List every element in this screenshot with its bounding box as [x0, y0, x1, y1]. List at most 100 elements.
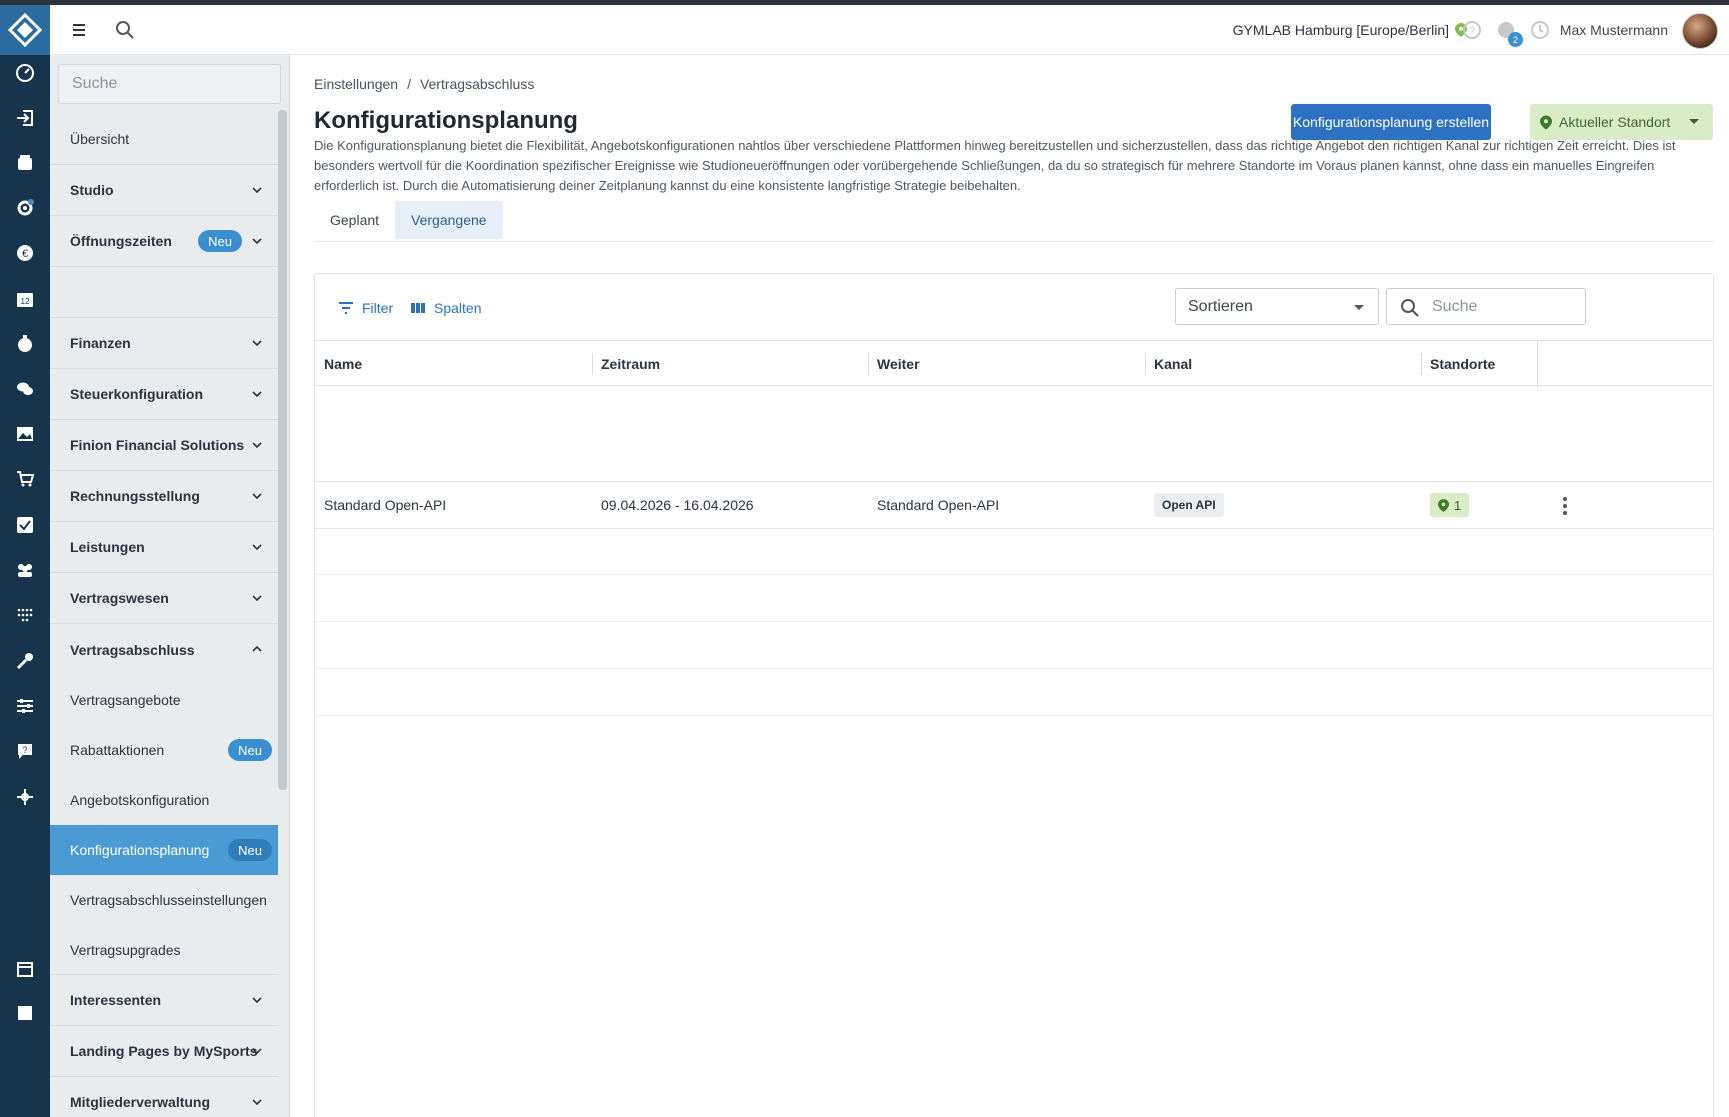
page-description: Die Konfigurationsplanung bietet die Fle… [314, 138, 1676, 193]
sidebar-scrollbar[interactable] [278, 110, 287, 790]
sidebar-subitem-label: Angebotskonfiguration [70, 792, 210, 808]
sidebar-item-label: Studio [70, 182, 114, 198]
dashboard-icon[interactable] [0, 55, 50, 91]
sidebar-item-rechnungsstellung[interactable]: Rechnungsstellung [50, 471, 278, 522]
sidebar-item-finion[interactable]: Finion Financial Solutions [50, 420, 278, 471]
chevron-down-icon [252, 1099, 262, 1106]
sidebar-item-studio[interactable]: Studio [50, 165, 278, 216]
hamburger-menu-icon[interactable] [68, 19, 90, 41]
sidebar-item-vertragsabschluss[interactable]: Vertragsabschluss [50, 624, 278, 675]
euro-icon[interactable]: € [0, 235, 50, 271]
download-icon[interactable]: 2 [1495, 19, 1523, 47]
filter-label: Filter [362, 300, 394, 316]
sidebar-subitem-label: Rabattaktionen [70, 742, 165, 758]
new-badge: Neu [198, 230, 242, 252]
user-name[interactable]: Max Mustermann [1560, 22, 1668, 38]
chevron-down-icon [252, 187, 262, 194]
table-search-input[interactable]: Suche [1386, 288, 1586, 325]
sidebar-item-steuerkonfiguration[interactable]: Steuerkonfiguration [50, 369, 278, 420]
tab-geplant[interactable]: Geplant [314, 201, 395, 239]
sidebar-subitem-konfigurationsplanung[interactable]: Konfigurationsplanung Neu [50, 825, 278, 875]
settings-sidebar: Suche Übersicht Studio Öffnungszeiten Neu… [50, 55, 290, 1117]
chevron-down-icon [252, 442, 262, 449]
search-icon[interactable] [113, 18, 137, 42]
layout-icon[interactable] [0, 995, 50, 1031]
history-icon[interactable] [1529, 19, 1551, 41]
sidebar-search-input[interactable]: Suche [58, 64, 281, 104]
chevron-down-icon [252, 391, 262, 398]
tab-divider [314, 241, 1714, 242]
sidebar-item-mitgliederverwaltung[interactable]: Mitgliederverwaltung [50, 1077, 278, 1117]
column-divider [1537, 341, 1538, 387]
app-logo-icon[interactable] [0, 5, 50, 55]
cart-icon[interactable] [0, 461, 50, 497]
tools-icon[interactable] [0, 643, 50, 679]
svg-text:?: ? [1469, 26, 1475, 37]
cell-zeitraum: 09.04.2026 - 16.04.2026 [601, 497, 754, 513]
filter-button[interactable]: Filter [338, 300, 393, 316]
sidebar-item-label: Steuerkonfiguration [70, 386, 204, 402]
checkin-icon[interactable] [0, 100, 50, 136]
checkbox-icon[interactable] [0, 507, 50, 543]
help-icon[interactable]: ? [1461, 19, 1483, 41]
sidebar-subitem-vertragsangebote[interactable]: Vertragsangebote [50, 675, 278, 725]
current-location-button[interactable]: Aktueller Standort [1530, 104, 1713, 140]
sidebar-subitem-angebotskonfiguration[interactable]: Angebotskonfiguration [50, 775, 278, 825]
row-divider [315, 481, 1713, 482]
chat-icon[interactable] [0, 371, 50, 407]
column-header-kanal[interactable]: Kanal [1154, 356, 1192, 372]
settings-gear-icon[interactable] [0, 190, 50, 226]
members-icon[interactable] [0, 552, 50, 588]
sidebar-item-label: Übersicht [70, 131, 130, 147]
location-selector[interactable]: GYMLAB Hamburg [Europe/Berlin] [1233, 22, 1467, 38]
sort-select[interactable]: Sortieren [1175, 288, 1379, 325]
tab-vergangene[interactable]: Vergangene [395, 201, 503, 239]
sidebar-item-vertragswesen[interactable]: Vertragswesen [50, 573, 278, 624]
sidebar-subitem-label: Vertragsangebote [70, 692, 181, 708]
tab-bar: Geplant Vergangene [314, 201, 503, 239]
sidebar-item-label: Finion Financial Solutions [70, 437, 245, 453]
column-header-weiter[interactable]: Weiter [877, 356, 920, 372]
sidebar-subitem-vertragsabschlusseinstellungen[interactable]: Vertragsabschlusseinstellungen [50, 875, 278, 925]
page-title: Konfigurationsplanung [314, 107, 578, 134]
column-header-standorte[interactable]: Standorte [1430, 356, 1495, 372]
create-plan-button[interactable]: Konfigurationsplanung erstellen [1291, 104, 1491, 140]
move-icon[interactable] [0, 779, 50, 815]
sidebar-subitem-vertragsupgrades[interactable]: Vertragsupgrades [50, 925, 278, 975]
breadcrumb-item-vertragsabschluss[interactable]: Vertragsabschluss [420, 76, 534, 92]
sidebar-item-oeffnungszeiten[interactable]: Öffnungszeiten Neu [50, 216, 278, 267]
breadcrumb-item-einstellungen[interactable]: Einstellungen [314, 76, 398, 92]
row-divider [315, 621, 1713, 622]
sidebar-item-uebersicht[interactable]: Übersicht [50, 114, 278, 165]
sort-label: Sortieren [1188, 298, 1253, 315]
table-search-placeholder: Suche [1432, 298, 1478, 315]
breadcrumb-separator: / [407, 76, 411, 92]
avatar[interactable] [1682, 13, 1718, 49]
sidebar-item-finanzen[interactable]: Finanzen [50, 318, 278, 369]
cell-name[interactable]: Standard Open-API [324, 497, 446, 513]
notification-badge: 2 [1508, 32, 1523, 47]
help-chat-icon[interactable]: ? [0, 733, 50, 769]
column-divider [592, 353, 593, 375]
sidebar-item-landing-pages[interactable]: Landing Pages by MySports [50, 1026, 278, 1077]
sidebar-subitem-rabattaktionen[interactable]: Rabattaktionen Neu [50, 725, 278, 775]
sidebar-subitem-label: Vertragsabschlusseinstellungen [70, 892, 267, 908]
row-divider [315, 715, 1713, 716]
sliders-icon[interactable] [0, 688, 50, 724]
contracts-icon[interactable] [0, 145, 50, 181]
store-icon[interactable] [0, 951, 50, 987]
sidebar-item-leistungen[interactable]: Leistungen [50, 522, 278, 573]
grid-dots-icon[interactable] [0, 597, 50, 633]
main-content: Einstellungen / Vertragsabschluss Konfigur… [290, 55, 1729, 1117]
svg-text:12: 12 [21, 297, 30, 306]
columns-button[interactable]: Spalten [410, 300, 481, 316]
sidebar-item-interessenten[interactable]: Interessenten [50, 975, 278, 1026]
timer-icon[interactable] [0, 326, 50, 362]
sidebar-item-label: Vertragsabschluss [70, 641, 195, 658]
locations-chip[interactable]: 1 [1430, 493, 1470, 517]
image-icon[interactable] [0, 416, 50, 452]
calendar-icon[interactable]: 12 [0, 281, 50, 317]
column-header-name[interactable]: Name [324, 356, 362, 372]
row-actions-icon[interactable] [1562, 497, 1568, 515]
column-header-zeitraum[interactable]: Zeitraum [601, 356, 660, 372]
